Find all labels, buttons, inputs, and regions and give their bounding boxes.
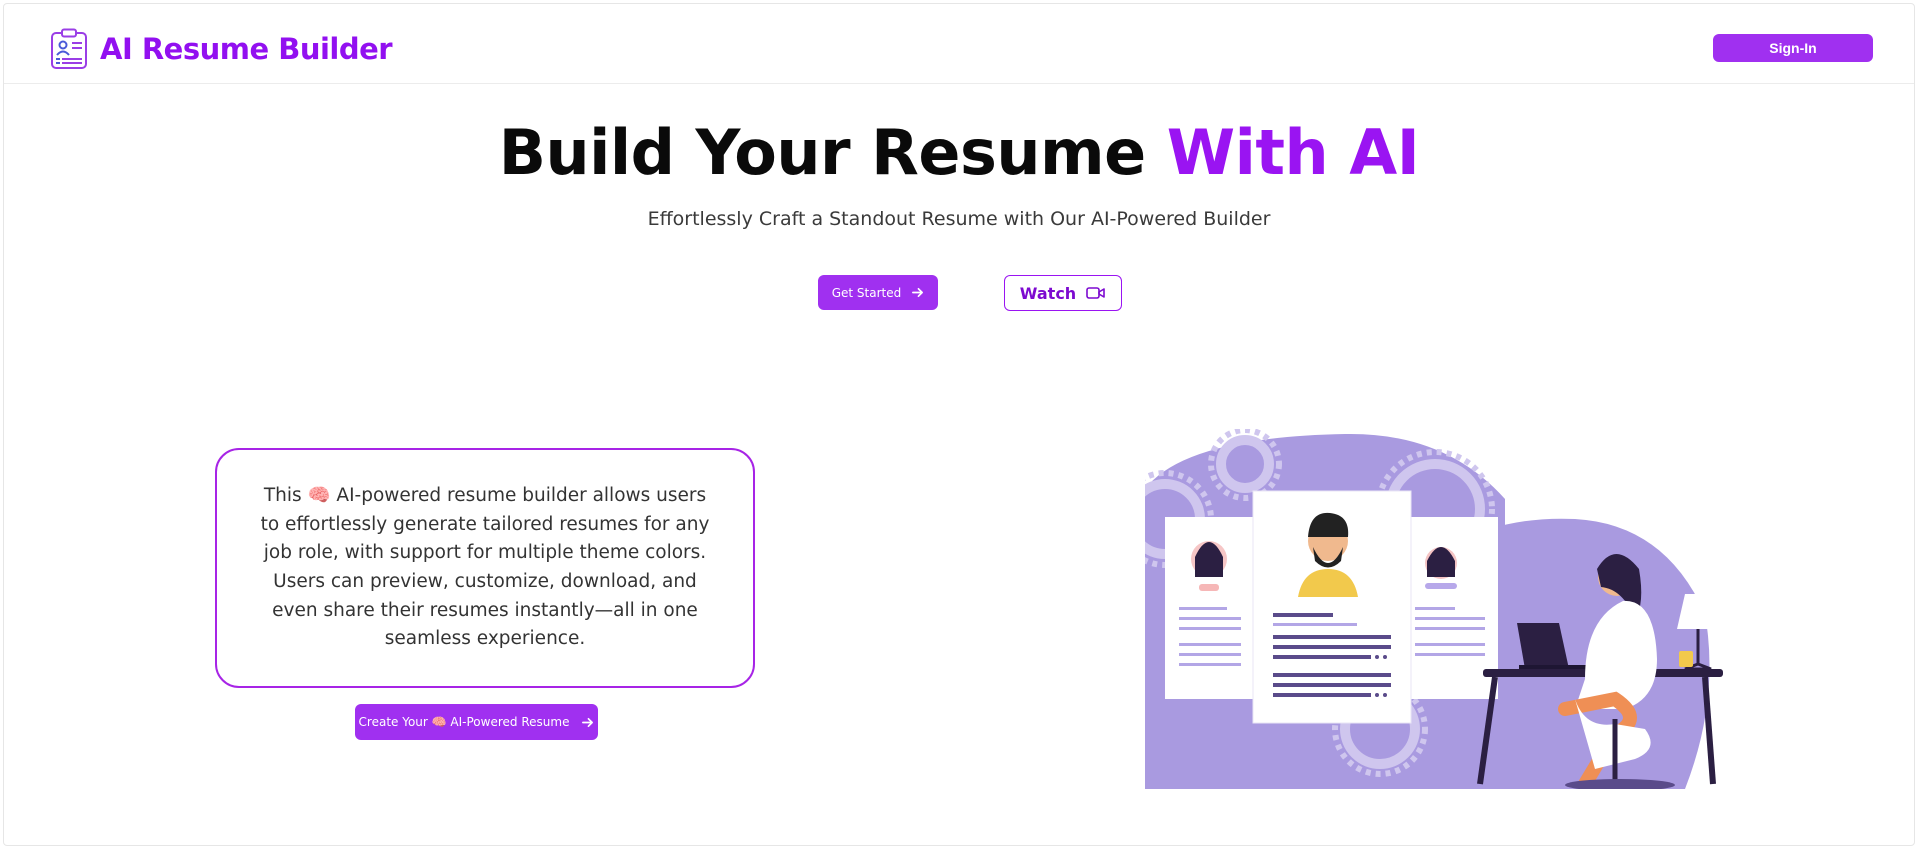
video-camera-icon — [1086, 287, 1106, 299]
hero-title-main: Build Your Resume — [498, 116, 1167, 189]
create-resume-button[interactable]: Create Your 🧠 AI-Powered Resume — [355, 704, 598, 740]
get-started-label: Get Started — [831, 285, 902, 300]
brain-emoji-icon: 🧠 — [307, 484, 331, 506]
top-navbar: AI Resume Builder Sign-In — [4, 4, 1914, 84]
create-label-start: Create Your — [358, 715, 432, 729]
get-started-button[interactable]: Get Started — [818, 275, 938, 310]
brand-name: AI Resume Builder — [100, 32, 393, 66]
arrow-right-icon — [912, 287, 924, 298]
create-resume-label: Create Your 🧠 AI-Powered Resume — [359, 715, 570, 729]
intro-description-start: This — [263, 484, 308, 506]
resume-clipboard-icon — [51, 28, 87, 69]
arrow-right-icon — [582, 717, 594, 727]
hero-title: Build Your Resume With AI — [4, 116, 1914, 189]
watch-button[interactable]: Watch — [1004, 275, 1122, 311]
brain-emoji-icon: 🧠 — [431, 715, 447, 729]
create-label-rest: AI-Powered Resume — [446, 715, 570, 729]
hero-subtitle: Effortlessly Craft a Standout Resume wit… — [647, 208, 1271, 230]
sign-in-button[interactable]: Sign-In — [1713, 34, 1873, 62]
hero-title-accent: With AI — [1166, 116, 1420, 189]
brand-logo-link[interactable]: AI Resume Builder — [50, 28, 393, 70]
intro-description-rest: AI-powered resume builder allows users t… — [260, 484, 710, 650]
app-window: AI Resume Builder Sign-In Build Your Res… — [3, 3, 1915, 846]
intro-description: This 🧠 AI-powered resume builder allows … — [257, 482, 713, 654]
watch-label: Watch — [1019, 283, 1077, 303]
resume-hero-illustration — [1145, 429, 1723, 789]
intro-description-card: This 🧠 AI-powered resume builder allows … — [215, 448, 755, 688]
